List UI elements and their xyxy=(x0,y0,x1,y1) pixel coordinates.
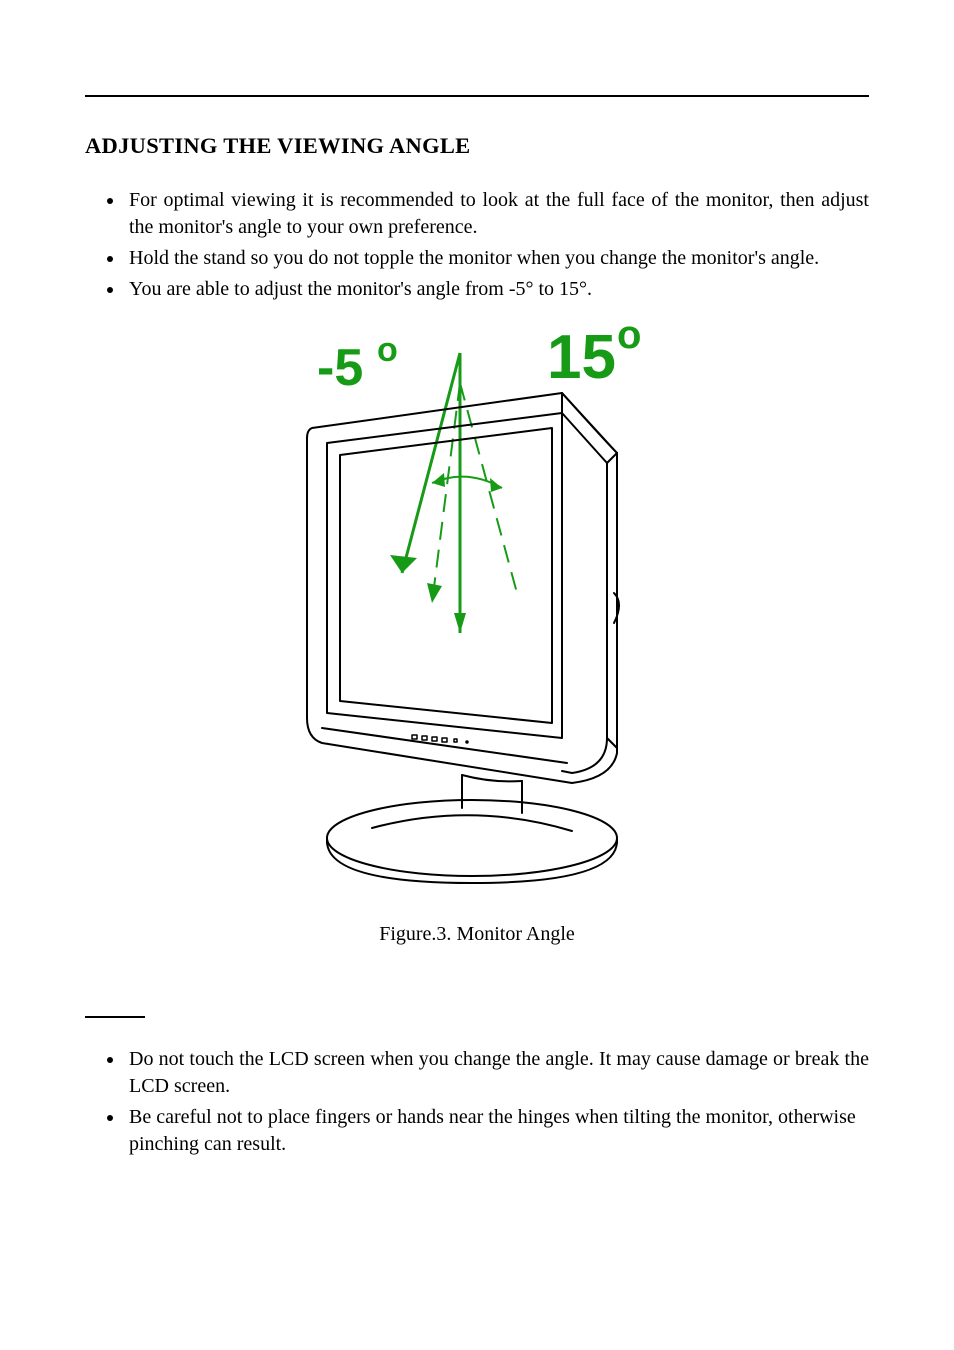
list-item: Hold the stand so you do not topple the … xyxy=(125,245,869,272)
list-item: You are able to adjust the monitor's ang… xyxy=(125,276,869,303)
section-heading: ADJUSTING THE VIEWING ANGLE xyxy=(85,133,869,159)
list-item: Be careful not to place fingers or hands… xyxy=(125,1104,869,1158)
notes-list: Do not touch the LCD screen when you cha… xyxy=(85,1046,869,1158)
list-item: Do not touch the LCD screen when you cha… xyxy=(125,1046,869,1100)
angle-neg-label: -5 xyxy=(317,339,363,397)
top-rule xyxy=(85,95,869,97)
angle-pos-label: 15 xyxy=(547,323,616,392)
figure-caption-text: Monitor Angle xyxy=(451,923,574,945)
figure-caption: Figure.3. Monitor Angle xyxy=(379,923,575,946)
angle-pos-sup: o xyxy=(617,323,641,357)
instruction-list: For optimal viewing it is recommended to… xyxy=(85,187,869,303)
page: ADJUSTING THE VIEWING ANGLE For optimal … xyxy=(0,0,954,1350)
monitor-angle-illustration: -5 o 15 o xyxy=(262,323,692,893)
list-item: For optimal viewing it is recommended to… xyxy=(125,187,869,241)
figure-caption-prefix: Figure.3. xyxy=(379,923,451,945)
figure: -5 o 15 o xyxy=(85,323,869,946)
angle-neg-sup: o xyxy=(377,331,398,369)
notes-separator xyxy=(85,1016,145,1018)
